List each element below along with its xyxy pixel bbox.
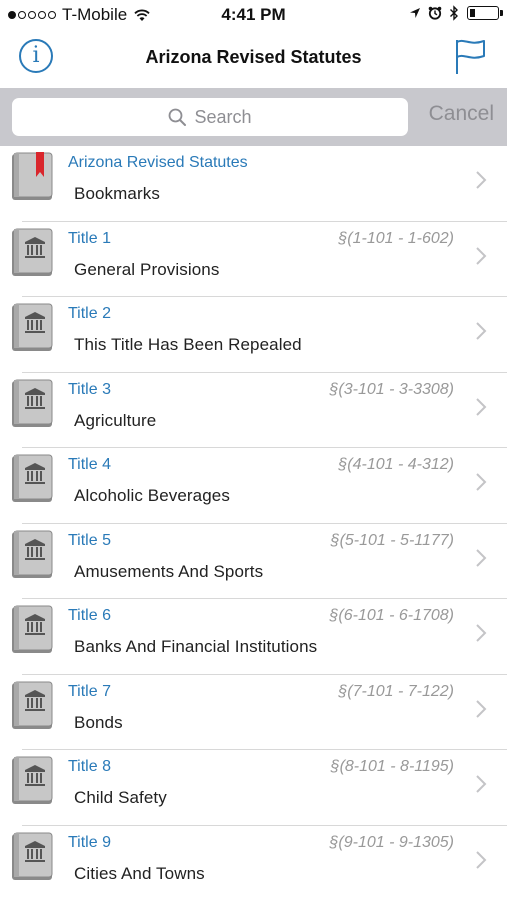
section-range: §(3-101 - 3-3308) [329,380,454,398]
list-item-title: Title 6 [68,607,111,624]
chevron-right-icon [476,246,487,265]
list-item-title: Arizona Revised Statutes [68,154,248,171]
courthouse-icon [12,832,53,880]
list-item-subtitle: Cities And Towns [74,863,205,883]
courthouse-icon [12,303,53,351]
list-item-title: Title 1 [68,229,111,247]
list-item-bookmarks[interactable]: Arizona Revised Statutes Bookmarks [0,146,507,222]
chevron-right-icon [476,171,487,189]
list-item-title-9[interactable]: Title 9 §(9-101 - 9-1305) Cities And Towns [0,826,507,900]
status-right [402,5,503,21]
location-arrow-icon [410,8,420,18]
list-item-subtitle: Banks And Financial Institutions [74,637,318,656]
list-item-title-3[interactable]: Title 3 §(3-101 - 3-3308) Agriculture [0,373,507,448]
section-range: §(4-101 - 4-312) [338,456,454,473]
status-bar: T-Mobile 4:41 PM [0,0,507,30]
list-item-subtitle: Bookmarks [74,184,160,203]
chevron-right-icon [476,473,487,491]
list-item-title-2[interactable]: Title 2 This Title Has Been Repealed [0,297,507,373]
search-bar: Search Cancel [0,88,507,146]
courthouse-icon [12,756,53,804]
section-range: §(1-101 - 1-602) [338,229,454,247]
courthouse-icon [12,605,53,653]
battery-icon [467,6,503,20]
chevron-right-icon [476,322,487,340]
list-item-title-8[interactable]: Title 8 §(8-101 - 8-1195) Child Safety [0,750,507,826]
statutes-list: Arizona Revised Statutes Bookmarks Title… [0,146,507,900]
bookmark-book-icon [12,152,53,200]
list-item-title: Title 9 [68,833,111,851]
list-item-subtitle: General Provisions [74,259,220,279]
search-input[interactable]: Search [12,98,408,136]
list-item-title: Title 8 [68,758,111,775]
chevron-right-icon [476,850,487,869]
list-item-subtitle: This Title Has Been Repealed [74,335,302,354]
list-item-title-6[interactable]: Title 6 §(6-101 - 6-1708) Banks And Financ… [0,599,507,675]
alarm-clock-icon [428,6,442,20]
section-range: §(6-101 - 6-1708) [329,607,454,624]
courthouse-icon [12,228,53,276]
navigation-bar: i Arizona Revised Statutes [0,30,507,88]
bluetooth-icon [450,5,458,21]
courthouse-icon [12,454,53,502]
courthouse-icon [12,530,53,578]
list-item-title: Title 3 [68,380,111,398]
list-item-title: Title 2 [68,305,111,322]
section-range: §(8-101 - 8-1195) [330,758,454,775]
list-item-title-4[interactable]: Title 4 §(4-101 - 4-312) Alcoholic Beverag… [0,448,507,524]
list-item-title: Title 5 [68,531,111,549]
courthouse-icon [12,379,53,427]
section-range: §(5-101 - 5-1177) [330,531,454,549]
flag-icon[interactable] [454,38,488,76]
section-range: §(9-101 - 9-1305) [329,833,454,851]
chevron-right-icon [476,624,487,642]
section-range: §(7-101 - 7-122) [338,682,454,700]
list-item-title: Title 7 [68,682,111,700]
list-item-subtitle: Bonds [74,712,123,732]
cancel-button[interactable]: Cancel [429,102,494,126]
page-title: Arizona Revised Statutes [145,47,362,67]
chevron-right-icon [476,699,487,718]
list-item-subtitle: Agriculture [74,410,157,430]
chevron-right-icon [476,548,487,567]
list-item-title-7[interactable]: Title 7 §(7-101 - 7-122) Bonds [0,675,507,750]
search-placeholder: Search [194,106,252,127]
search-icon [169,108,187,126]
list-item-subtitle: Alcoholic Beverages [74,486,230,505]
list-item-title: Title 4 [68,456,111,473]
courthouse-icon [12,681,53,729]
list-item-subtitle: Amusements And Sports [74,561,264,581]
chevron-right-icon [476,775,487,793]
list-item-title-1[interactable]: Title 1 §(1-101 - 1-602) General Provision… [0,222,507,297]
list-item-title-5[interactable]: Title 5 §(5-101 - 5-1177) Amusements And S… [0,524,507,599]
list-item-subtitle: Child Safety [74,788,167,807]
chevron-right-icon [476,397,487,416]
